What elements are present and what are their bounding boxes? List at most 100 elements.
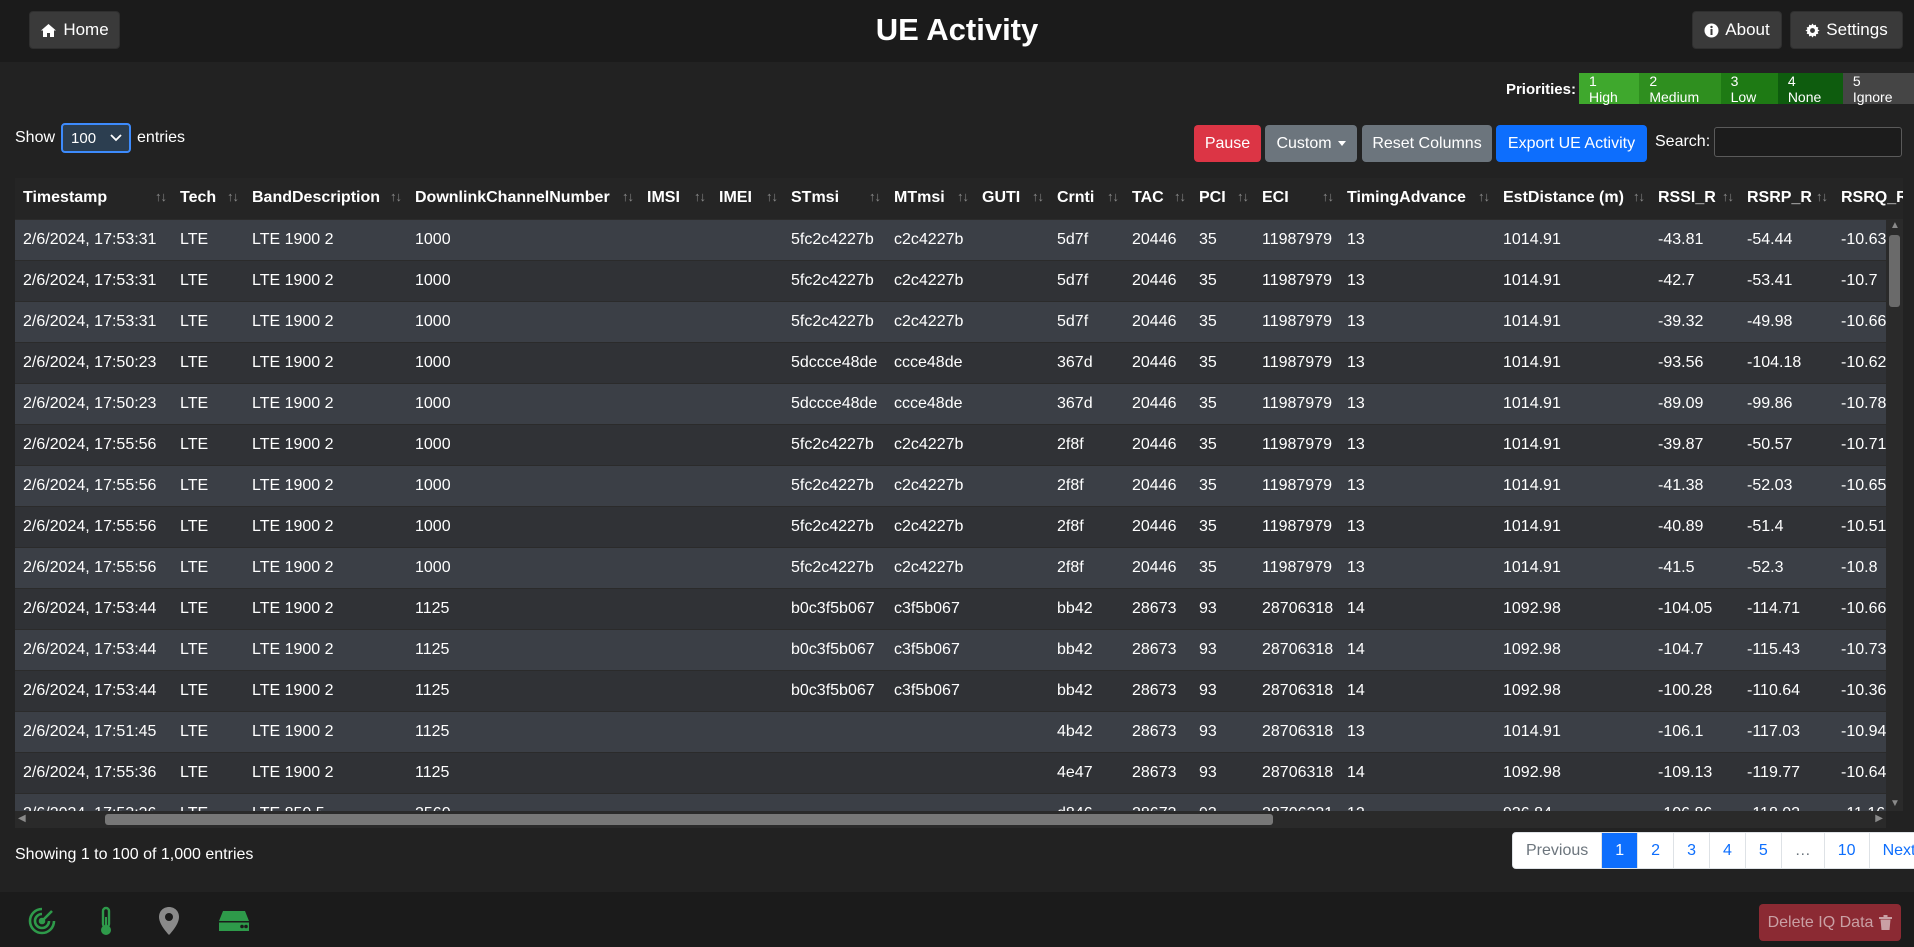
- about-button[interactable]: About: [1692, 11, 1782, 49]
- sort-arrows-icon[interactable]: ↑↓: [155, 189, 167, 204]
- table-cell: 11987979: [1254, 341, 1339, 383]
- table-row[interactable]: 2/6/2024, 17:55:56 LTE LTE 1900 2 1000 5fc2c…: [15, 423, 1903, 465]
- table-row[interactable]: 2/6/2024, 17:53:36LTELTE 850 52560d84628…: [15, 792, 1903, 811]
- column-header-label: BandDescription: [252, 189, 381, 207]
- column-header[interactable]: DownlinkChannelNumber ↑↓: [407, 178, 639, 219]
- sort-arrows-icon[interactable]: ↑↓: [1633, 189, 1645, 204]
- table-cell: ccce48de: [886, 382, 974, 424]
- column-header[interactable]: PCI ↑↓: [1191, 178, 1254, 219]
- page-button-4[interactable]: 4: [1708, 833, 1745, 868]
- sort-arrows-icon[interactable]: ↑↓: [1816, 189, 1828, 204]
- table-row[interactable]: 2/6/2024, 17:53:31 LTE LTE 1900 2 1000 5fc2c…: [15, 259, 1903, 301]
- sort-arrows-icon[interactable]: ↑↓: [1478, 189, 1490, 204]
- table-row[interactable]: 2/6/2024, 17:53:44 LTE LTE 1900 2 1125 b0c3f…: [15, 628, 1903, 670]
- page-button-2[interactable]: 2: [1637, 833, 1674, 868]
- table-row[interactable]: 2/6/2024, 17:53:31 LTE LTE 1900 2 1000 5fc2c…: [15, 300, 1903, 342]
- storage-icon[interactable]: [217, 905, 249, 937]
- priority-high-button[interactable]: 1 High: [1579, 73, 1640, 105]
- priority-low-button[interactable]: 3 Low: [1720, 73, 1778, 105]
- table-row[interactable]: 2/6/2024, 17:53:44 LTE LTE 1900 2 1125 b0c3f…: [15, 587, 1903, 629]
- table-row[interactable]: 2/6/2024, 17:50:23 LTE LTE 1900 2 1000 5dccc…: [15, 382, 1903, 424]
- horizontal-scrollbar[interactable]: ◀ ▶: [15, 811, 1886, 828]
- column-header[interactable]: STmsi ↑↓: [783, 178, 886, 219]
- sort-arrows-icon[interactable]: ↑↓: [1107, 189, 1119, 204]
- sort-arrows-icon[interactable]: ↑↓: [227, 189, 239, 204]
- priority-none-button[interactable]: 4 None: [1777, 73, 1843, 105]
- scroll-up-arrow-icon[interactable]: ▲: [1890, 221, 1900, 231]
- table-row[interactable]: 2/6/2024, 17:50:23 LTE LTE 1900 2 1000 5dccc…: [15, 341, 1903, 383]
- table-row[interactable]: 2/6/2024, 17:55:56 LTE LTE 1900 2 1000 5fc2c…: [15, 464, 1903, 506]
- pause-button[interactable]: Pause: [1194, 125, 1261, 162]
- column-header[interactable]: RSSI_R ↑↓: [1650, 178, 1739, 219]
- column-header[interactable]: TAC ↑↓: [1124, 178, 1191, 219]
- sort-arrows-icon[interactable]: ↑↓: [1032, 189, 1044, 204]
- column-header[interactable]: EstDistance (m) ↑↓: [1495, 178, 1650, 219]
- table-row[interactable]: 2/6/2024, 17:53:44 LTE LTE 1900 2 1125 b0c3f…: [15, 669, 1903, 711]
- radar-icon[interactable]: [26, 905, 58, 937]
- sort-arrows-icon[interactable]: ↑↓: [766, 189, 778, 204]
- scroll-down-arrow-icon[interactable]: ▼: [1890, 799, 1900, 809]
- column-header[interactable]: TimingAdvance ↑↓: [1339, 178, 1495, 219]
- scroll-left-arrow-icon[interactable]: ◀: [18, 814, 26, 824]
- table-cell: -117.03: [1739, 710, 1833, 752]
- page-button-10[interactable]: 10: [1823, 833, 1869, 868]
- map-marker-icon[interactable]: [153, 905, 185, 937]
- entries-per-page-select[interactable]: 100: [61, 123, 132, 153]
- column-header[interactable]: MTmsi ↑↓: [886, 178, 974, 219]
- priority-medium-button[interactable]: 2 Medium: [1639, 73, 1721, 105]
- table-cell: 1014.91: [1495, 546, 1650, 588]
- sort-arrows-icon[interactable]: ↑↓: [957, 189, 969, 204]
- reset-columns-button[interactable]: Reset Columns: [1362, 125, 1492, 162]
- sort-arrows-icon[interactable]: ↑↓: [390, 189, 402, 204]
- column-header[interactable]: IMSI ↑↓: [639, 178, 711, 219]
- thermometer-icon[interactable]: [90, 905, 122, 937]
- scroll-right-arrow-icon[interactable]: ▶: [1875, 814, 1883, 824]
- vertical-scrollbar[interactable]: ▲ ▼: [1886, 219, 1903, 811]
- table-row[interactable]: 2/6/2024, 17:55:56 LTE LTE 1900 2 1000 5fc2c…: [15, 505, 1903, 547]
- next-page-button[interactable]: Next: [1868, 833, 1914, 868]
- entries-per-page-value: 100: [71, 129, 97, 147]
- table-row[interactable]: 2/6/2024, 17:53:31 LTE LTE 1900 2 1000 5fc2c…: [15, 218, 1903, 260]
- table-cell: LTE: [172, 710, 244, 752]
- previous-page-button[interactable]: Previous: [1513, 833, 1602, 868]
- export-ue-activity-button[interactable]: Export UE Activity: [1496, 125, 1647, 162]
- page-button-5[interactable]: 5: [1744, 833, 1781, 868]
- column-header[interactable]: GUTI ↑↓: [974, 178, 1049, 219]
- search-input[interactable]: [1714, 127, 1902, 157]
- page-button-3[interactable]: 3: [1673, 833, 1709, 868]
- table-cell: -114.71: [1739, 587, 1833, 629]
- table-cell: 4b42: [1049, 710, 1124, 752]
- priority-ignore-button[interactable]: 5 Ignore: [1842, 73, 1914, 105]
- custom-dropdown-button[interactable]: Custom: [1265, 125, 1357, 162]
- sort-arrows-icon[interactable]: ↑↓: [1174, 189, 1186, 204]
- sort-arrows-icon[interactable]: ↑↓: [694, 189, 706, 204]
- page-button-1[interactable]: 1: [1601, 833, 1638, 868]
- column-header[interactable]: IMEI ↑↓: [711, 178, 783, 219]
- table-cell: LTE: [172, 587, 244, 629]
- vertical-scrollbar-thumb[interactable]: [1889, 235, 1900, 307]
- table-row[interactable]: 2/6/2024, 17:55:56 LTE LTE 1900 2 1000 5fc2c…: [15, 546, 1903, 588]
- horizontal-scrollbar-thumb[interactable]: [105, 814, 1273, 825]
- table-cell: LTE: [172, 792, 244, 811]
- table-cell: [886, 710, 974, 752]
- table-cell: [639, 669, 711, 711]
- column-header[interactable]: BandDescription ↑↓: [244, 178, 407, 219]
- column-header[interactable]: Crnti ↑↓: [1049, 178, 1124, 219]
- table-cell: 5d7f: [1049, 259, 1124, 301]
- table-cell: -104.18: [1739, 341, 1833, 383]
- settings-button[interactable]: Settings: [1790, 11, 1903, 49]
- column-header[interactable]: RSRQ_R: [1833, 178, 1903, 219]
- table-row[interactable]: 2/6/2024, 17:51:45 LTE LTE 1900 2 1125 4b42 2…: [15, 710, 1903, 752]
- delete-iq-data-button[interactable]: Delete IQ Data: [1759, 904, 1901, 941]
- column-header[interactable]: RSRP_R ↑↓: [1739, 178, 1833, 219]
- table-cell: 1092.98: [1495, 628, 1650, 670]
- sort-arrows-icon[interactable]: ↑↓: [1322, 189, 1334, 204]
- column-header[interactable]: ECI ↑↓: [1254, 178, 1339, 219]
- sort-arrows-icon[interactable]: ↑↓: [622, 189, 634, 204]
- table-row[interactable]: 2/6/2024, 17:55:36 LTE LTE 1900 2 1125 4e47 2…: [15, 751, 1903, 793]
- sort-arrows-icon[interactable]: ↑↓: [869, 189, 881, 204]
- sort-arrows-icon[interactable]: ↑↓: [1237, 189, 1249, 204]
- column-header[interactable]: Timestamp ↑↓: [15, 178, 172, 219]
- column-header[interactable]: Tech ↑↓: [172, 178, 244, 219]
- sort-arrows-icon[interactable]: ↑↓: [1722, 189, 1734, 204]
